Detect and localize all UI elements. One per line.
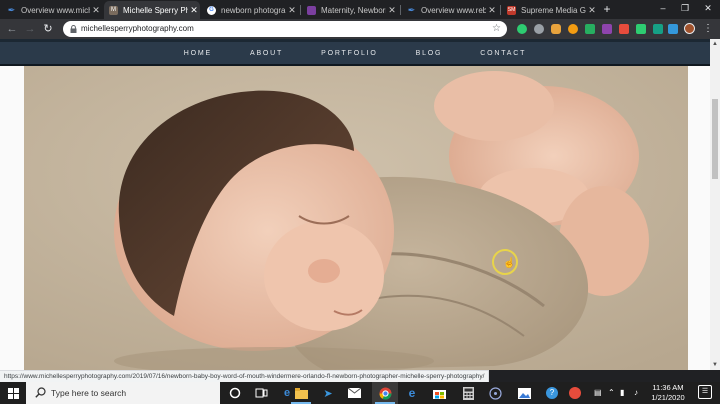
- tab-overview-mich[interactable]: ✒ Overview www.mich ✕: [2, 1, 102, 19]
- notifications-icon[interactable]: ☰: [698, 385, 712, 399]
- cortana-icon[interactable]: [228, 386, 242, 400]
- tab-maternity-newborn[interactable]: Maternity, Newborn ✕: [302, 1, 398, 19]
- forward-icon[interactable]: →: [23, 22, 37, 36]
- tab-supreme-media[interactable]: SM Supreme Media Gro ✕: [502, 1, 598, 19]
- tab-title: Supreme Media Gro: [521, 5, 586, 15]
- tab-title: Maternity, Newborn: [321, 5, 386, 15]
- file-explorer-icon[interactable]: [291, 386, 311, 404]
- extension-icon[interactable]: [568, 24, 578, 34]
- hero-photo-newborn[interactable]: [24, 66, 688, 370]
- hand-cursor-icon: ☝: [503, 258, 516, 269]
- calculator-icon[interactable]: [461, 386, 475, 400]
- nav-blog[interactable]: BLOG: [416, 50, 443, 57]
- bookmark-star-icon[interactable]: ☆: [492, 21, 501, 37]
- volume-icon[interactable]: ♪: [634, 382, 638, 404]
- tab-separator: [500, 5, 501, 15]
- system-clock[interactable]: 11:36 AM 1/21/2020: [648, 383, 688, 403]
- extension-icon[interactable]: [668, 24, 678, 34]
- scroll-up-icon[interactable]: ▲: [710, 39, 720, 49]
- extension-icon[interactable]: [585, 24, 595, 34]
- app-icon[interactable]: [568, 386, 582, 400]
- close-icon[interactable]: ✕: [286, 5, 298, 16]
- clock-date: 1/21/2020: [651, 393, 685, 402]
- tab-title: Overview www.mich: [21, 5, 90, 15]
- help-icon[interactable]: ?: [545, 386, 559, 400]
- windows-logo-icon: [7, 387, 19, 399]
- feather-icon: ✒: [7, 4, 16, 15]
- scroll-thumb[interactable]: [712, 99, 718, 179]
- nav-about[interactable]: ABOUT: [250, 50, 283, 57]
- nav-portfolio[interactable]: PORTFOLIO: [321, 50, 378, 57]
- battery-icon[interactable]: ▮: [620, 382, 624, 404]
- tab-strip: ✒ Overview www.mich ✕ M Michelle Sperry …: [0, 0, 720, 19]
- taskbar-search[interactable]: Type here to search: [26, 382, 220, 404]
- back-icon[interactable]: ←: [5, 22, 19, 36]
- maximize-button[interactable]: ❐: [674, 0, 696, 17]
- minimize-button[interactable]: –: [652, 0, 674, 17]
- tab-newborn-photograph[interactable]: G newborn photograph ✕: [202, 1, 298, 19]
- feather-icon: ✒: [407, 4, 416, 15]
- menu-kebab-icon[interactable]: ⋮: [703, 22, 713, 36]
- profile-avatar[interactable]: [684, 23, 695, 34]
- reload-icon[interactable]: ↻: [41, 22, 55, 36]
- start-button[interactable]: [0, 382, 26, 404]
- tab-title: Overview www.rebe: [421, 5, 486, 15]
- google-icon: G: [207, 5, 216, 15]
- cd-player-icon[interactable]: [488, 386, 502, 400]
- browser-toolbar: ← → ↻ michellesperryphotography.com ☆ ⋮: [0, 19, 720, 39]
- close-icon[interactable]: ✕: [188, 5, 200, 16]
- extension-icon[interactable]: [517, 24, 527, 34]
- site-icon: M: [109, 5, 118, 15]
- close-window-button[interactable]: ✕: [697, 0, 719, 17]
- task-view-icon[interactable]: [254, 386, 268, 400]
- web-page: HOME ABOUT PORTFOLIO BLOG CONTACT ☝: [0, 39, 710, 370]
- mail-icon[interactable]: [347, 386, 361, 400]
- address-url[interactable]: michellesperryphotography.com: [81, 21, 194, 37]
- close-icon[interactable]: ✕: [386, 5, 398, 16]
- photos-icon[interactable]: [517, 386, 531, 400]
- extension-icon[interactable]: [636, 24, 646, 34]
- extension-icon[interactable]: [653, 24, 663, 34]
- page-left-border: [0, 39, 24, 370]
- close-icon[interactable]: ✕: [486, 5, 498, 16]
- nav-home[interactable]: HOME: [184, 50, 212, 57]
- extension-icon[interactable]: [534, 24, 544, 34]
- windows-taskbar: Type here to search e ➤ e ? ▤ ⌃ ▮ ♪ 11:3…: [0, 382, 720, 404]
- site-icon: [307, 5, 316, 15]
- page-right-border: [688, 39, 710, 370]
- clock-time: 11:36 AM: [652, 383, 684, 392]
- tab-michelle-sperry[interactable]: M Michelle Sperry Phot ✕: [104, 1, 200, 19]
- tab-title: newborn photograph: [221, 5, 286, 15]
- tab-separator: [300, 5, 301, 15]
- visual-studio-icon[interactable]: ➤: [321, 386, 335, 400]
- lock-icon: [70, 25, 77, 33]
- site-navigation: HOME ABOUT PORTFOLIO BLOG CONTACT: [0, 42, 710, 64]
- tab-overview-rebe[interactable]: ✒ Overview www.rebe ✕: [402, 1, 498, 19]
- extension-icon[interactable]: [551, 24, 561, 34]
- new-tab-button[interactable]: +: [600, 2, 614, 16]
- edge-legacy-icon[interactable]: e: [280, 386, 294, 400]
- tab-title: Michelle Sperry Phot: [123, 5, 188, 15]
- search-icon: [35, 387, 46, 398]
- store-icon[interactable]: [432, 386, 446, 400]
- search-placeholder: Type here to search: [51, 388, 127, 398]
- link-status-bar: https://www.michellesperryphotography.co…: [0, 370, 490, 382]
- page-scrollbar[interactable]: ▲ ▼: [710, 39, 720, 370]
- newborn-photo-illustration: [24, 66, 688, 370]
- close-icon[interactable]: ✕: [586, 5, 598, 16]
- tray-expand-icon[interactable]: ⌃: [608, 382, 615, 404]
- scroll-down-icon[interactable]: ▼: [710, 360, 720, 370]
- nav-contact[interactable]: CONTACT: [480, 50, 526, 57]
- network-icon[interactable]: ▤: [594, 382, 602, 404]
- tab-separator: [400, 5, 401, 15]
- extension-icon[interactable]: [602, 24, 612, 34]
- close-icon[interactable]: ✕: [90, 5, 102, 16]
- address-bar[interactable]: michellesperryphotography.com ☆: [63, 21, 507, 37]
- extension-icon[interactable]: [619, 24, 629, 34]
- edge-icon[interactable]: e: [405, 386, 419, 400]
- sm-icon: SM: [507, 5, 516, 15]
- chrome-icon[interactable]: [375, 386, 395, 404]
